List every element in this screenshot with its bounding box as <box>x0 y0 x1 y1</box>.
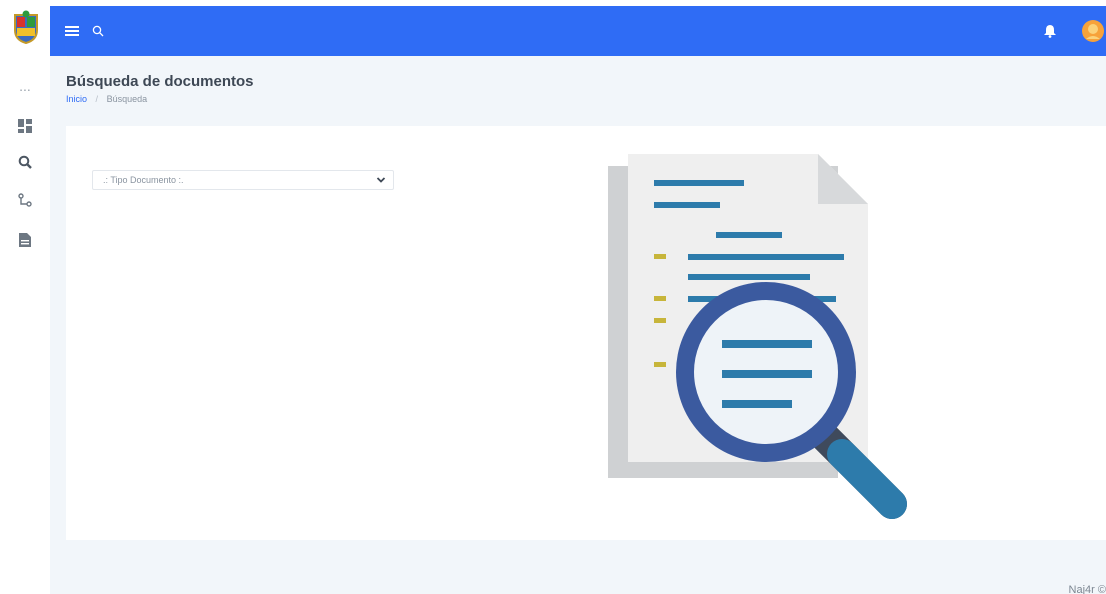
municipality-logo[interactable] <box>12 10 40 45</box>
document-type-select-value: .: Tipo Documento :. <box>103 175 184 185</box>
bell-icon[interactable] <box>1040 21 1060 41</box>
breadcrumb-home-link[interactable]: Inicio <box>66 94 87 104</box>
breadcrumb-separator: / <box>95 94 99 104</box>
document-search-icon[interactable] <box>15 152 35 172</box>
page-title: Búsqueda de documentos <box>66 73 254 90</box>
chevron-down-icon <box>376 177 386 183</box>
user-avatar-icon[interactable] <box>1081 19 1105 43</box>
main-content: Búsqueda de documentos Inicio / Búsqueda… <box>50 56 1106 594</box>
search-icon[interactable] <box>88 21 108 41</box>
sidebar: ... <box>0 0 50 594</box>
breadcrumb: Inicio / Búsqueda <box>66 94 147 104</box>
file-icon[interactable] <box>15 230 35 250</box>
hamburger-menu-icon[interactable] <box>62 21 82 41</box>
search-card: .: Tipo Documento :. <box>66 126 1106 540</box>
workflow-icon[interactable] <box>15 190 35 210</box>
sidebar-toggle-dots[interactable]: ... <box>15 76 35 96</box>
breadcrumb-current: Búsqueda <box>106 94 148 104</box>
footer-credit: Naj4r © <box>1068 584 1106 594</box>
dashboard-icon[interactable] <box>15 116 35 136</box>
top-navbar <box>50 6 1106 56</box>
document-search-illustration <box>608 154 907 519</box>
document-type-select[interactable]: .: Tipo Documento :. <box>92 170 394 190</box>
